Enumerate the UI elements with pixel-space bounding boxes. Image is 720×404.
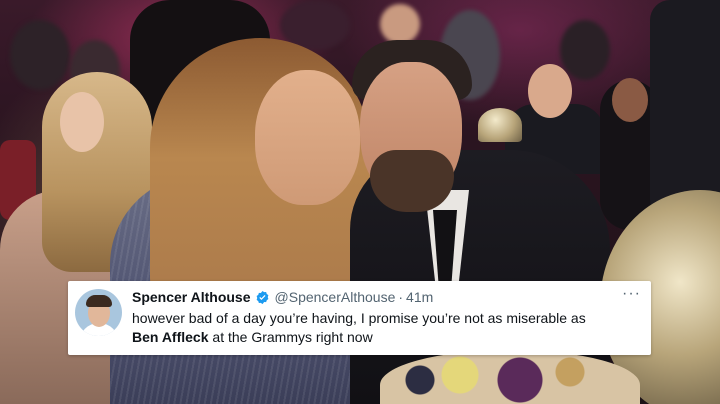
tweet-line-1: however bad of a day you’re having, I pr… bbox=[132, 310, 586, 326]
user-handle[interactable]: @SpencerAlthouse bbox=[275, 288, 396, 306]
crowd-figure bbox=[380, 4, 420, 44]
tweet-line-2-rest: at the Grammys right now bbox=[208, 329, 373, 345]
blonde-woman-face bbox=[60, 92, 104, 152]
tweet-bold-name: Ben Affleck bbox=[132, 329, 209, 345]
avatar-hair bbox=[86, 295, 112, 307]
tweet-time[interactable]: 41m bbox=[406, 288, 433, 306]
more-options-icon[interactable]: ··· bbox=[622, 286, 641, 302]
crowd-figure bbox=[10, 20, 70, 90]
verified-badge-icon bbox=[256, 290, 268, 304]
dot-separator: · bbox=[398, 289, 404, 305]
tweet-header: Spencer Althouse @SpencerAlthouse · 41m bbox=[132, 288, 433, 306]
silver-dome-small bbox=[478, 108, 522, 142]
background-person-right bbox=[650, 0, 720, 220]
tweet-text: however bad of a day you’re having, I pr… bbox=[132, 309, 637, 347]
tweet-card[interactable]: Spencer Althouse @SpencerAlthouse · 41m … bbox=[68, 281, 651, 355]
display-name[interactable]: Spencer Althouse bbox=[132, 288, 251, 306]
man-beard bbox=[370, 150, 454, 212]
crowd-figure bbox=[560, 20, 610, 80]
profile-avatar[interactable] bbox=[75, 289, 122, 336]
background-man-face bbox=[528, 64, 572, 118]
background-photo: Spencer Althouse @SpencerAlthouse · 41m … bbox=[0, 0, 720, 404]
tweet-line-2: Ben Affleck at the Grammys right now bbox=[132, 328, 637, 347]
woman-face bbox=[255, 70, 360, 205]
background-woman-face bbox=[612, 78, 648, 122]
